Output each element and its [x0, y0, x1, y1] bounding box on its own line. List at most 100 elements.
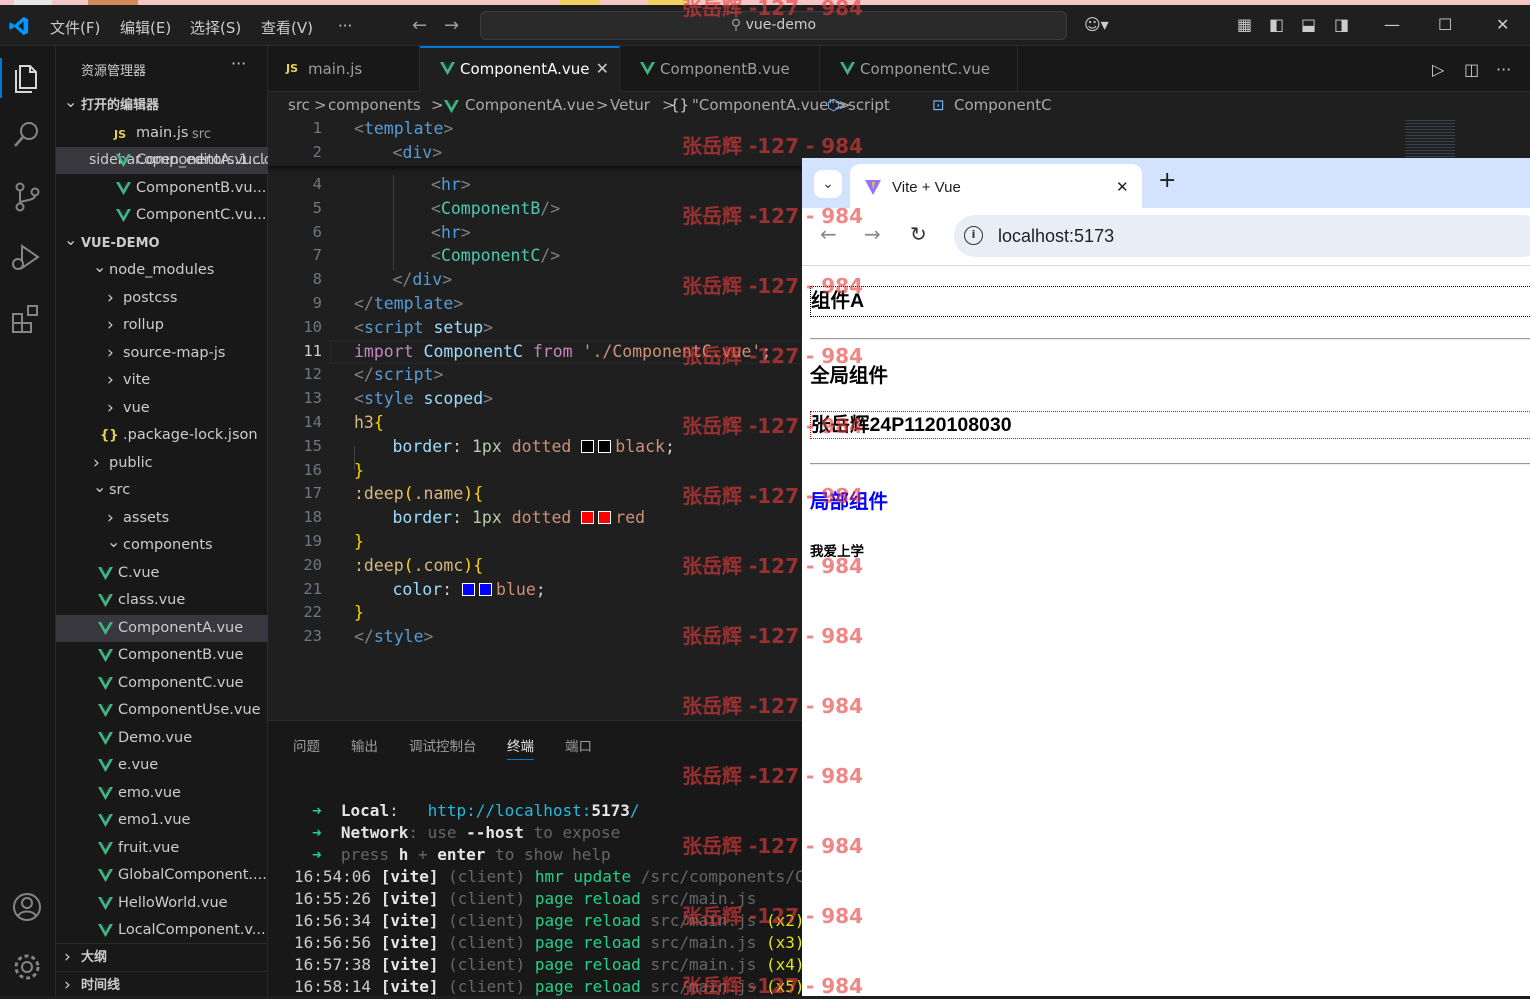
outline-section[interactable]: › 大纲 — [56, 943, 268, 970]
tree-item-globalcomponent----[interactable]: GlobalComponent.... — [56, 862, 268, 889]
source-control-icon[interactable] — [8, 178, 46, 216]
tree-item-e-vue[interactable]: e.vue — [56, 752, 268, 779]
tab-componentb-vue[interactable]: ComponentB.vue — [620, 46, 820, 92]
breadcrumb-separator: > — [596, 96, 609, 114]
color-swatch[interactable] — [581, 511, 595, 525]
panel-tab[interactable]: 终端 — [507, 735, 534, 760]
run-debug-icon[interactable] — [8, 238, 46, 276]
breadcrumb-item[interactable]: ComponentA.vue — [465, 96, 594, 114]
tree-item--package-lock-json[interactable]: {} .package-lock.json — [56, 422, 268, 449]
site-info-icon[interactable]: i — [964, 226, 983, 245]
tab-componenta-vue[interactable]: ComponentA.vue ✕ — [420, 46, 620, 92]
menu-view[interactable]: 查看(V) — [261, 17, 313, 38]
color-swatch[interactable] — [462, 582, 476, 596]
terminal-token: Network — [340, 823, 409, 842]
back-arrow-icon[interactable]: ← — [412, 15, 427, 36]
terminal-token: src/main.js — [650, 911, 767, 930]
menu-edit[interactable]: 编辑(E) — [120, 17, 171, 38]
split-editor-icon[interactable]: ◫ — [1464, 60, 1479, 79]
tree-item-label: postcss — [123, 289, 178, 306]
browser-back-icon[interactable]: ← — [820, 222, 837, 246]
more-actions-icon[interactable]: ··· — [231, 54, 246, 73]
tree-item-c-vue[interactable]: C.vue — [56, 560, 268, 587]
tab-main-js[interactable]: JS main.js — [268, 46, 420, 92]
manage-gear-icon[interactable] — [8, 948, 46, 986]
tree-item-vue[interactable]: › vue — [56, 395, 268, 422]
maximize-icon[interactable]: ☐ — [1438, 15, 1452, 34]
tree-item-fruit-vue[interactable]: fruit.vue — [56, 835, 268, 862]
color-swatch[interactable] — [598, 511, 612, 525]
open-editor-componentb-vu---[interactable]: ComponentB.vu... — [56, 175, 268, 202]
editor-more-icon[interactable]: ··· — [1496, 60, 1511, 79]
tree-item-helloworld-vue[interactable]: HelloWorld.vue — [56, 890, 268, 917]
minimize-icon[interactable]: — — [1384, 15, 1400, 34]
panel-tab[interactable]: 问题 — [293, 735, 320, 755]
accounts-icon[interactable] — [8, 888, 46, 926]
breadcrumb-item[interactable]: ComponentC — [954, 96, 1052, 114]
open-editors-header[interactable]: ⌄ 打开的编辑器 — [56, 92, 268, 119]
tree-item-localcomponent-v---[interactable]: LocalComponent.v... — [56, 917, 268, 944]
open-editor-componenta-vu---[interactable]: sidebar.open_editors.1.closeComponentA.v… — [56, 147, 268, 174]
tab-componentc-vue[interactable]: ComponentC.vue — [820, 46, 1018, 92]
tree-item-componentc-vue[interactable]: ComponentC.vue — [56, 670, 268, 697]
extensions-icon[interactable] — [8, 300, 46, 338]
browser-tab[interactable]: Vite + Vue ✕ — [850, 164, 1142, 208]
layout-customize-icon[interactable]: ▦ — [1237, 15, 1252, 34]
open-editor-componentc-vu---[interactable]: ComponentC.vu... — [56, 202, 268, 229]
code-editor[interactable]: 1 <template> 2 <div> 4 <hr> 5 <ComponentB/> 6 <hr… — [268, 118, 802, 718]
code-token: div — [412, 270, 443, 290]
browser-reload-icon[interactable]: ↻ — [910, 222, 927, 246]
project-header[interactable]: ⌄ VUE-DEMO — [56, 230, 268, 257]
vue-file-icon — [444, 99, 459, 114]
menu-file[interactable]: 文件(F) — [50, 17, 100, 38]
tree-item-public[interactable]: › public — [56, 450, 268, 477]
toggle-panel-icon[interactable]: ⬓ — [1301, 15, 1316, 34]
tab-search-icon[interactable]: ⌄ — [814, 170, 842, 198]
tree-item-componentuse-vue[interactable]: ComponentUse.vue — [56, 697, 268, 724]
tree-item-rollup[interactable]: › rollup — [56, 312, 268, 339]
panel-tab[interactable]: 端口 — [565, 735, 592, 755]
forward-arrow-icon[interactable]: → — [444, 15, 459, 36]
toggle-secondary-sidebar-icon[interactable]: ◨ — [1334, 15, 1349, 34]
timeline-section[interactable]: › 时间线 — [56, 970, 268, 998]
tree-item-emo1-vue[interactable]: emo1.vue — [56, 807, 268, 834]
tree-item-src[interactable]: ⌄ src — [56, 477, 268, 504]
breadcrumb-item[interactable]: src — [288, 96, 310, 114]
window-close-icon[interactable]: ✕ — [1496, 15, 1509, 34]
command-center-search[interactable]: ⚲ vue-demo — [480, 11, 1067, 40]
breadcrumb-item[interactable]: script — [848, 96, 890, 114]
line-number: 12 — [303, 365, 322, 384]
copilot-icon[interactable]: ☺▾ — [1084, 15, 1109, 34]
new-tab-icon[interactable]: + — [1158, 168, 1176, 193]
breadcrumb-item[interactable]: components — [328, 96, 421, 114]
explorer-icon[interactable] — [8, 58, 46, 96]
tree-item-class-vue[interactable]: class.vue — [56, 587, 268, 614]
panel-tab[interactable]: 调试控制台 — [409, 735, 477, 755]
browser-tab-close-icon[interactable]: ✕ — [1116, 178, 1129, 196]
tree-item-components[interactable]: ⌄ components — [56, 532, 268, 559]
tree-item-assets[interactable]: › assets — [56, 505, 268, 532]
panel-tab[interactable]: 输出 — [351, 735, 378, 755]
tab-close-icon[interactable]: ✕ — [596, 48, 609, 90]
toggle-sidebar-icon[interactable]: ◧ — [1269, 15, 1284, 34]
search-icon[interactable] — [8, 116, 46, 154]
color-swatch[interactable] — [598, 439, 612, 453]
menu-more[interactable]: ··· — [338, 17, 352, 35]
tree-item-componenta-vue[interactable]: ComponentA.vue — [56, 614, 268, 642]
tree-item-demo-vue[interactable]: Demo.vue — [56, 725, 268, 752]
open-editor-main-js[interactable]: JS main.js src — [56, 120, 268, 147]
browser-forward-icon[interactable]: → — [864, 222, 881, 246]
tree-item-vite[interactable]: › vite — [56, 367, 268, 394]
tree-item-postcss[interactable]: › postcss — [56, 285, 268, 312]
tree-item-emo-vue[interactable]: emo.vue — [56, 780, 268, 807]
run-icon[interactable]: ▷ — [1432, 60, 1444, 79]
address-bar[interactable]: i localhost:5173 — [954, 215, 1530, 257]
menu-selection[interactable]: 选择(S) — [190, 17, 241, 38]
color-swatch[interactable] — [479, 582, 493, 596]
breadcrumb-item[interactable]: Vetur — [610, 96, 650, 114]
tree-item-source-map-js[interactable]: › source-map-js — [56, 340, 268, 367]
tree-item-node-modules[interactable]: ⌄ node_modules — [56, 257, 268, 284]
color-swatch[interactable] — [581, 439, 595, 453]
tree-item-componentb-vue[interactable]: ComponentB.vue — [56, 642, 268, 669]
breadcrumb-item[interactable]: "ComponentA.vue" — [692, 96, 835, 114]
